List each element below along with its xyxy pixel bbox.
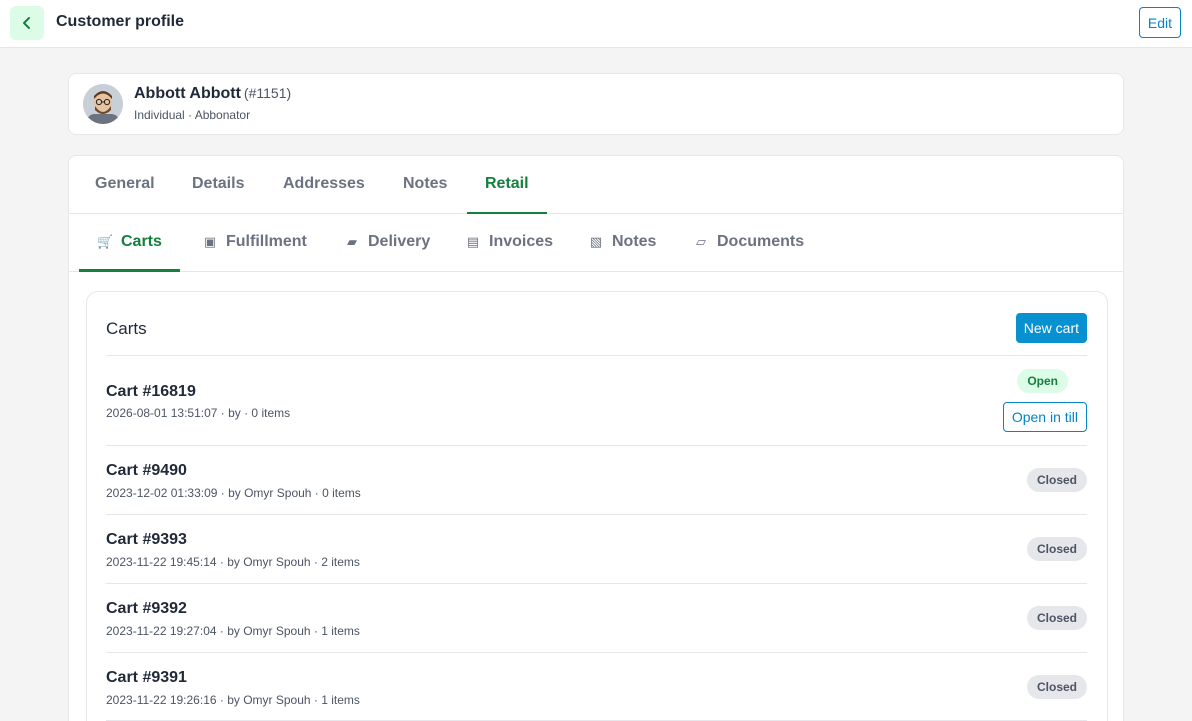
status-badge: Closed: [1026, 468, 1087, 492]
subtab-carts-label: Carts: [121, 233, 162, 250]
fulfillment-icon: ▣: [203, 234, 217, 249]
cart-meta: 2023-11-22 19:45:14 · by Omyr Spouh · 2 …: [106, 555, 360, 569]
tab-general[interactable]: General: [77, 156, 173, 214]
subtab-delivery-label: Delivery: [368, 233, 431, 250]
cart-row[interactable]: Cart #16819 2026-08-01 13:51:07 · by · 0…: [106, 355, 1087, 445]
cart-name: Cart #9391: [106, 669, 187, 686]
status-badge: Closed: [1026, 675, 1087, 699]
subtab-fulfillment[interactable]: ▣ Fulfillment: [184, 214, 325, 272]
documents-icon: ▱: [696, 234, 706, 249]
subtab-documents-label: Documents: [717, 233, 805, 250]
retail-sub-tabs: 🛒 Carts ▣ Fulfillment ▰ Delivery ▤ Invoices …: [69, 214, 1123, 272]
edit-button[interactable]: Edit: [1138, 7, 1181, 38]
subtab-documents[interactable]: ▱ Documents: [675, 214, 822, 272]
subtab-fulfillment-label: Fulfillment: [226, 233, 307, 250]
tab-details[interactable]: Details: [174, 156, 262, 214]
notes-icon: ▧: [589, 234, 603, 249]
customer-id: (#1151): [243, 85, 292, 101]
cart-name: Cart #9392: [106, 600, 187, 617]
cart-row[interactable]: Cart #9490 2023-12-02 01:33:09 · by Omyr…: [106, 445, 1087, 514]
cart-row[interactable]: Cart #9393 2023-11-22 19:45:14 · by Omyr…: [106, 514, 1087, 583]
profile-card: Abbott Abbott (#1151) Individual · Abbona…: [68, 73, 1124, 135]
customer-name: Abbott Abbott (#1151): [134, 85, 291, 103]
subtab-notes[interactable]: ▧ Notes: [570, 214, 674, 272]
chevron-left-icon: [23, 17, 30, 29]
cart-row[interactable]: Cart #9392 2023-11-22 19:27:04 · by Omyr…: [106, 583, 1087, 652]
cart-meta: 2026-08-01 13:51:07 · by · 0 items: [106, 406, 291, 420]
cart-name: Cart #16819: [106, 383, 196, 400]
status-badge: Closed: [1026, 606, 1087, 630]
subtab-delivery[interactable]: ▰ Delivery: [326, 214, 448, 272]
cart-meta: 2023-11-22 19:27:04 · by Omyr Spouh · 1 …: [106, 624, 360, 638]
carts-title: Carts: [106, 319, 147, 338]
cart-meta: 2023-11-22 19:26:16 · by Omyr Spouh · 1 …: [106, 693, 360, 707]
status-badge: Closed: [1026, 537, 1087, 561]
page-title: Customer profile: [56, 13, 185, 30]
cart-row[interactable]: Cart #9391 2023-11-22 19:26:16 · by Omyr…: [106, 652, 1087, 721]
subtab-carts[interactable]: 🛒 Carts: [79, 214, 180, 272]
cart-icon: 🛒: [97, 234, 114, 249]
subtab-notes-label: Notes: [612, 233, 657, 250]
main-tabs: General Details Addresses Notes Retail: [69, 156, 1123, 214]
subtab-invoices-label: Invoices: [489, 233, 554, 250]
status-badge: Open: [1017, 369, 1068, 393]
new-cart-button[interactable]: New cart: [1015, 313, 1087, 343]
top-bar: Customer profile Edit: [0, 0, 1192, 48]
tab-addresses[interactable]: Addresses: [265, 156, 383, 214]
carts-panel: Carts New cart Cart #16819 2026-08-01 13…: [86, 291, 1108, 721]
avatar-image: [83, 84, 123, 124]
customer-subtitle: Individual · Abbonator: [134, 108, 251, 122]
cart-name: Cart #9490: [106, 462, 187, 479]
open-in-till-button[interactable]: Open in till: [1002, 402, 1087, 432]
cart-name: Cart #9393: [106, 531, 187, 548]
profile-tabs-card: General Details Addresses Notes Retail 🛒…: [68, 155, 1124, 721]
avatar: [83, 84, 123, 124]
tab-notes[interactable]: Notes: [385, 156, 465, 214]
subtab-invoices[interactable]: ▤ Invoices: [447, 214, 571, 272]
customer-name-text: Abbott Abbott: [134, 85, 241, 102]
cart-meta: 2023-12-02 01:33:09 · by Omyr Spouh · 0 …: [106, 486, 361, 500]
delivery-icon: ▰: [347, 234, 357, 249]
invoices-icon: ▤: [466, 234, 480, 249]
back-button[interactable]: [10, 6, 44, 40]
tab-retail[interactable]: Retail: [467, 156, 547, 214]
